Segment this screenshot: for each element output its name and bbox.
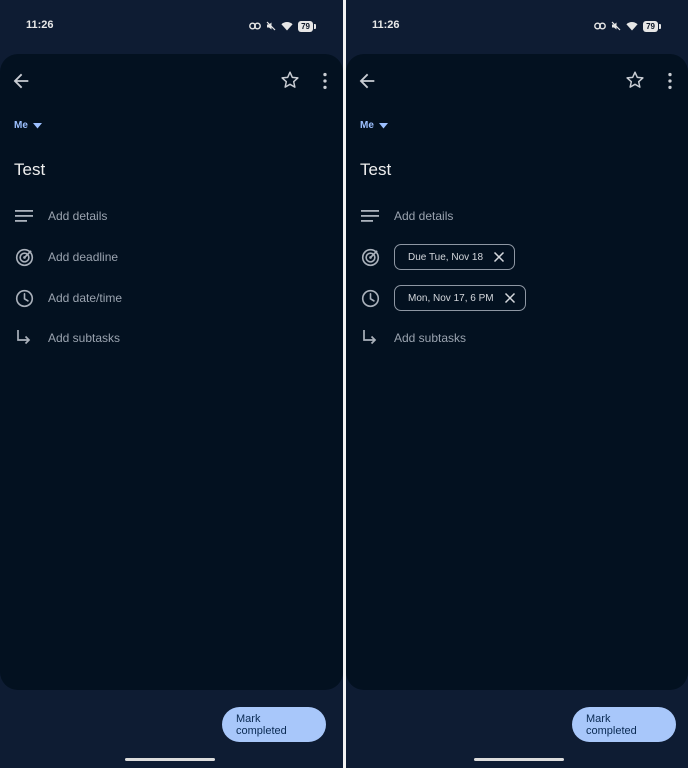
clock-icon (360, 288, 380, 308)
home-indicator[interactable] (474, 758, 564, 761)
wifi-icon (626, 22, 638, 31)
top-app-bar (346, 68, 688, 94)
task-title[interactable]: Test (360, 160, 391, 180)
mark-completed-button[interactable]: Mark completed (572, 707, 676, 742)
arrow-left-icon[interactable] (356, 70, 378, 92)
list-selector[interactable]: Me (14, 120, 42, 131)
battery-icon: 79 (643, 20, 661, 32)
task-title[interactable]: Test (14, 160, 45, 180)
more-vert-icon[interactable] (319, 70, 331, 92)
deadline-chip-label: Due Tue, Nov 18 (408, 251, 484, 263)
datetime-chip-label: Mon, Nov 17, 6 PM (408, 292, 494, 304)
add-details-row[interactable]: Add details (14, 203, 343, 229)
top-app-bar (0, 68, 343, 94)
dropdown-arrow-icon (378, 122, 388, 128)
add-details-row[interactable]: Add details (360, 203, 688, 229)
add-subtasks-row[interactable]: Add subtasks (360, 325, 688, 351)
status-time: 11:26 (26, 19, 54, 31)
phone-screen-left: 11:26 79 Me Test Add details Add deadlin… (0, 0, 343, 768)
status-bar: 11:26 79 (346, 0, 688, 52)
add-datetime-label: Add date/time (48, 291, 123, 305)
target-icon (360, 247, 380, 267)
more-vert-icon[interactable] (664, 70, 676, 92)
task-detail-sheet: Me Test Add details Add deadline Add dat… (0, 54, 343, 690)
status-icons: 79 (594, 20, 661, 32)
task-detail-sheet: Me Test Add details Due Tue, Nov 18 Mon,… (346, 54, 688, 690)
add-deadline-row[interactable]: Add deadline (14, 244, 343, 270)
star-outline-icon[interactable] (624, 69, 646, 91)
home-indicator[interactable] (125, 758, 215, 761)
add-details-label: Add details (48, 209, 108, 223)
add-subtasks-label: Add subtasks (48, 331, 121, 345)
list-selector-label: Me (14, 120, 28, 131)
target-icon (14, 247, 34, 267)
deadline-row: Due Tue, Nov 18 (360, 244, 688, 270)
list-selector[interactable]: Me (360, 120, 388, 131)
add-subtasks-label: Add subtasks (394, 331, 467, 345)
close-icon[interactable] (493, 251, 505, 263)
status-bar: 11:26 79 (0, 0, 343, 52)
add-details-label: Add details (394, 209, 454, 223)
subdirectory-arrow-icon (360, 328, 380, 348)
arrow-left-icon[interactable] (10, 70, 32, 92)
status-time: 11:26 (372, 19, 400, 31)
add-datetime-row[interactable]: Add date/time (14, 285, 343, 311)
mute-icon (611, 21, 621, 31)
notes-lines-icon (360, 206, 380, 226)
battery-icon: 79 (298, 20, 316, 32)
dropdown-arrow-icon (32, 122, 42, 128)
link-icon (249, 22, 261, 30)
close-icon[interactable] (504, 292, 516, 304)
subdirectory-arrow-icon (14, 328, 34, 348)
list-selector-label: Me (360, 120, 374, 131)
star-outline-icon[interactable] (279, 69, 301, 91)
mark-completed-button[interactable]: Mark completed (222, 707, 326, 742)
datetime-row: Mon, Nov 17, 6 PM (360, 285, 688, 311)
deadline-chip[interactable]: Due Tue, Nov 18 (394, 244, 516, 270)
datetime-chip[interactable]: Mon, Nov 17, 6 PM (394, 285, 526, 311)
add-subtasks-row[interactable]: Add subtasks (14, 325, 343, 351)
wifi-icon (281, 22, 293, 31)
mute-icon (266, 21, 276, 31)
clock-icon (14, 288, 34, 308)
phone-screen-right: 11:26 79 Me Test Add details Due Tue, No… (346, 0, 688, 768)
notes-lines-icon (14, 206, 34, 226)
status-icons: 79 (249, 20, 316, 32)
add-deadline-label: Add deadline (48, 250, 119, 264)
link-icon (594, 22, 606, 30)
